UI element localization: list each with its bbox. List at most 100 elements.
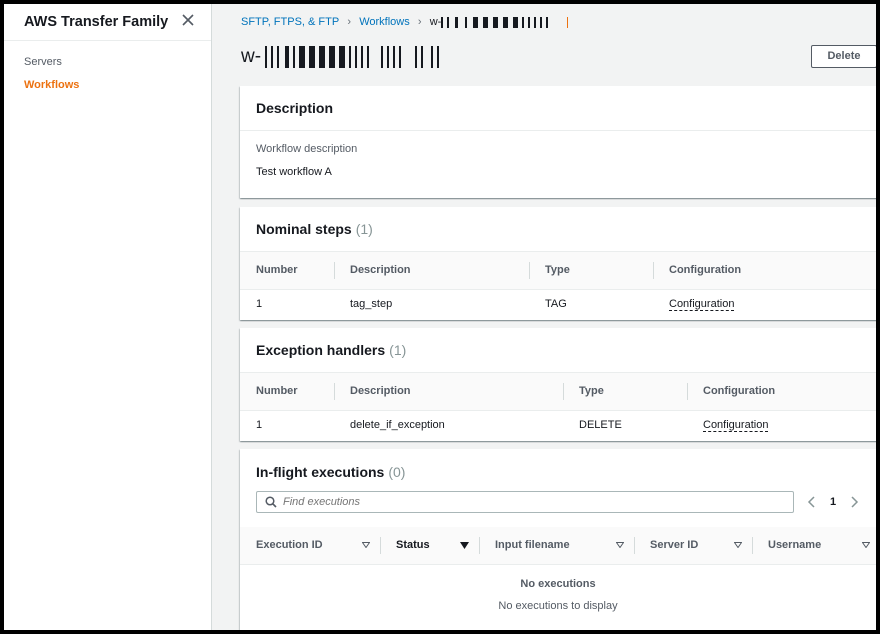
redacted-id-graphic [441, 16, 549, 28]
column-header-username[interactable]: Username [752, 527, 876, 565]
handler-description: delete_if_exception [350, 419, 445, 432]
step-number: 1 [256, 298, 263, 311]
table-header-row: Number Description Type Configuration [240, 373, 876, 411]
executions-table: Execution ID Status Input filename Serve… [240, 527, 876, 565]
search-icon [265, 496, 277, 508]
step-configuration-link[interactable]: Configuration [669, 298, 735, 312]
chevron-right-icon: › [417, 16, 422, 28]
column-separator [334, 383, 335, 400]
sidebar-item-workflows[interactable]: Workflows [4, 74, 211, 97]
exception-handlers-header: Exception handlers (1) [240, 328, 876, 373]
column-header-execution-id-label: Execution ID [256, 539, 323, 552]
sort-icon [734, 542, 742, 549]
column-separator [634, 537, 635, 554]
nominal-steps-count: (1) [355, 221, 373, 237]
nominal-steps-panel: Nominal steps (1) Number Description Typ… [240, 207, 876, 320]
empty-state-subtitle: No executions to display [498, 600, 618, 612]
page-number[interactable]: 1 [830, 496, 836, 508]
column-header-server-id-inner: Server ID [650, 539, 752, 551]
column-separator [687, 383, 688, 400]
column-separator [529, 262, 530, 279]
step-description: tag_step [350, 298, 393, 311]
column-header-description-label: Description [350, 264, 411, 277]
column-header-description: Description [334, 373, 563, 411]
column-separator [653, 262, 654, 279]
app-frame: AWS Transfer Family Servers Workflows SF… [4, 4, 876, 630]
nominal-steps-table: Number Description Type Configuration 1 … [240, 252, 876, 319]
workflow-description-label: Workflow description [256, 143, 358, 155]
main-content: SFTP, FTPS, & FTP › Workflows › w- w- De… [212, 4, 876, 630]
nominal-steps-title: Nominal steps [256, 221, 352, 237]
table-header-row: Number Description Type Configuration [240, 252, 876, 290]
executions-empty-state: No executions No executions to display [240, 565, 876, 612]
handler-type: DELETE [579, 419, 622, 432]
column-header-server-id[interactable]: Server ID [634, 527, 752, 565]
column-header-type-label: Type [545, 264, 570, 277]
step-type: TAG [545, 298, 567, 311]
column-header-execution-id-inner: Execution ID [256, 539, 380, 551]
chevron-left-icon[interactable] [806, 496, 818, 508]
executions-panel: In-flight executions (0) 1 [240, 449, 876, 630]
breadcrumb-sftp[interactable]: SFTP, FTPS, & FTP [241, 16, 339, 28]
close-icon[interactable] [180, 12, 196, 28]
column-header-description-label: Description [350, 385, 411, 398]
breadcrumb-current-prefix: w- [429, 16, 442, 28]
exception-handlers-table: Number Description Type Configuration 1 … [240, 373, 876, 440]
column-header-type-label: Type [579, 385, 604, 398]
table-row: 1 delete_if_exception DELETE Configurati… [240, 410, 876, 440]
description-panel-header: Description [240, 86, 876, 131]
page-title: w- [241, 45, 465, 69]
column-header-configuration-label: Configuration [669, 264, 742, 277]
column-separator [380, 537, 381, 554]
column-header-input-filename-inner: Input filename [495, 539, 634, 551]
column-header-number: Number [240, 373, 334, 411]
workflow-description-value: Test workflow A [256, 166, 332, 178]
sidebar-item-servers[interactable]: Servers [4, 51, 211, 74]
executions-count: (0) [388, 463, 406, 480]
exception-handlers-count: (1) [389, 342, 407, 358]
column-header-type: Type [529, 252, 653, 290]
empty-state-title: No executions [520, 578, 596, 590]
column-separator [563, 383, 564, 400]
exception-handlers-title: Exception handlers [256, 342, 386, 358]
column-header-input-filename[interactable]: Input filename [479, 527, 634, 565]
column-header-server-id-label: Server ID [650, 539, 699, 552]
column-separator [479, 537, 480, 554]
column-header-status-label: Status [396, 539, 430, 552]
breadcrumb-workflows[interactable]: Workflows [359, 16, 410, 28]
column-separator [334, 262, 335, 279]
side-navigation-list: Servers Workflows [4, 41, 211, 97]
column-header-configuration: Configuration [687, 373, 876, 411]
column-header-status[interactable]: Status [380, 527, 479, 565]
search-input[interactable] [283, 496, 763, 508]
search-box [256, 491, 794, 513]
handler-configuration-link[interactable]: Configuration [703, 419, 769, 433]
description-panel: Description Workflow description Test wo… [240, 86, 876, 198]
executions-header: In-flight executions (0) [240, 449, 876, 494]
column-header-username-inner: Username [768, 539, 876, 551]
executions-title: In-flight executions [256, 463, 385, 480]
column-header-execution-id[interactable]: Execution ID [240, 527, 380, 565]
redacted-id-graphic [265, 46, 440, 68]
side-navigation-title[interactable]: AWS Transfer Family [24, 14, 168, 30]
column-header-username-label: Username [768, 539, 822, 552]
column-header-type: Type [563, 373, 687, 411]
handler-number: 1 [256, 419, 263, 432]
table-row: 1 tag_step TAG Configuration [240, 289, 876, 319]
description-panel-title: Description [256, 100, 334, 116]
column-separator [752, 537, 753, 554]
breadcrumb-current: w- [430, 16, 562, 28]
exception-handlers-panel: Exception handlers (1) Number Descriptio… [240, 328, 876, 441]
chevron-right-icon: › [347, 16, 352, 28]
column-header-configuration-label: Configuration [703, 385, 776, 398]
delete-button[interactable]: Delete [811, 45, 876, 68]
sort-descending-icon [460, 541, 469, 549]
handler-configuration-cell: Configuration [687, 410, 876, 440]
text-cursor [567, 16, 569, 28]
column-header-description: Description [334, 252, 529, 290]
sort-icon [616, 542, 624, 549]
sort-icon [862, 542, 870, 549]
step-configuration-cell: Configuration [653, 289, 876, 319]
nominal-steps-header: Nominal steps (1) [240, 207, 876, 252]
chevron-right-icon[interactable] [848, 496, 860, 508]
